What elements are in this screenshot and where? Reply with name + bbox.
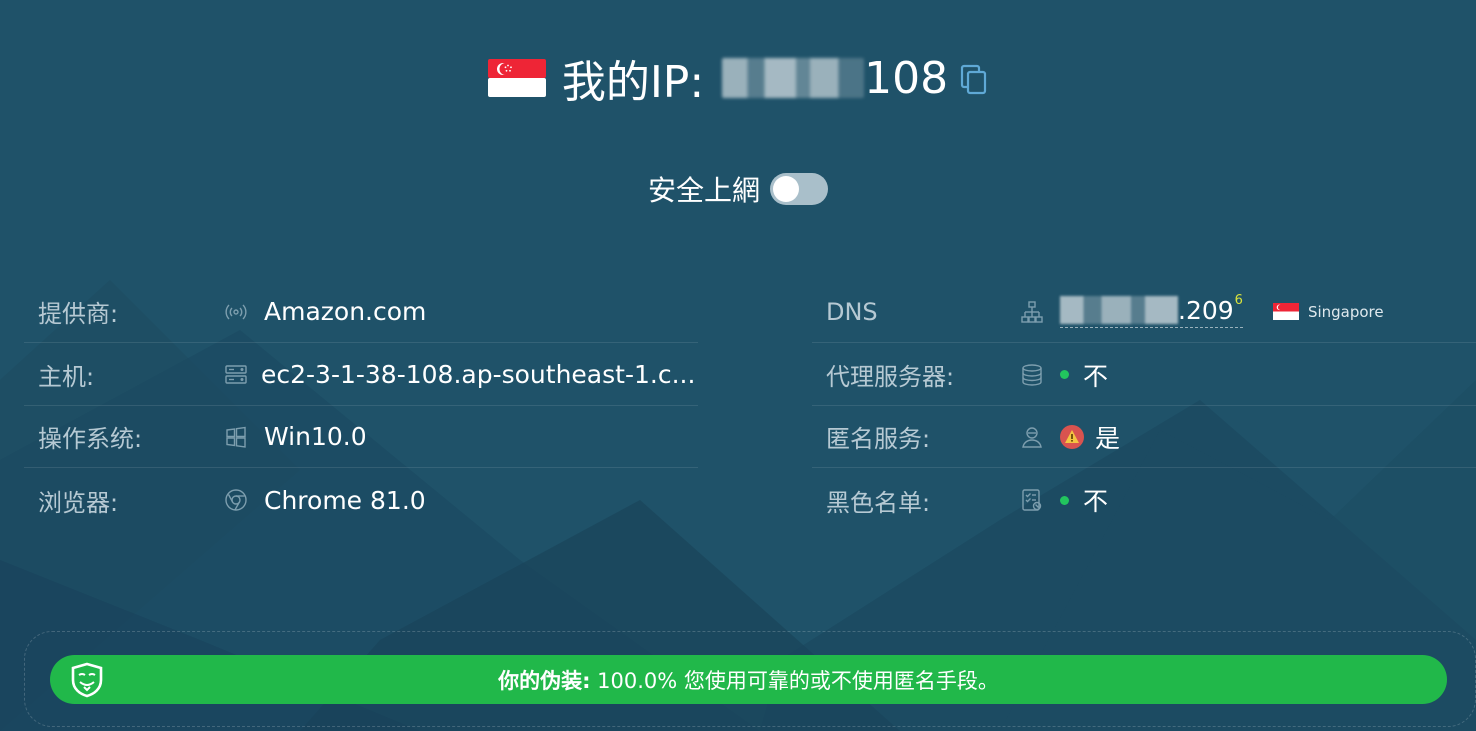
host-label: 主机: [38, 363, 95, 391]
dns-country: Singapore [1307, 302, 1384, 321]
disguise-text: 你的伪装: 100.0% 您使用可靠的或不使用匿名手段。 [498, 665, 999, 695]
server-icon [224, 363, 248, 387]
ip-redacted [722, 58, 865, 98]
os-value: Win10.0 [264, 422, 367, 451]
dns-value[interactable]: .209 6 [1060, 292, 1243, 328]
browser-value: Chrome 81.0 [264, 485, 426, 515]
safe-browsing-toggle[interactable] [770, 173, 828, 205]
row-proxy: 代理服务器: 不 [812, 344, 1476, 406]
dns-label: DNS [826, 297, 878, 326]
proxy-label: 代理服务器: [826, 363, 955, 391]
disguise-message: 100.0% 您使用可靠的或不使用匿名手段。 [590, 668, 999, 693]
proxy-value: 不 [1083, 361, 1109, 391]
broadcast-icon [224, 300, 248, 324]
network-icon [1020, 300, 1044, 324]
row-provider: 提供商: Amazon.com [24, 281, 698, 343]
os-label: 操作系统: [38, 425, 143, 453]
row-host: 主机: ec2-3-1-38-108.ap-southeast-1.c... [24, 344, 698, 406]
warning-icon [1060, 424, 1084, 449]
anonymizer-value: 是 [1095, 423, 1121, 453]
my-ip-header: 我的IP: 108 [0, 48, 1476, 108]
anonymous-user-icon [1020, 425, 1044, 449]
anonymous-mask-icon [71, 662, 103, 698]
proxy-status-dot [1060, 370, 1069, 379]
database-icon [1020, 363, 1044, 387]
dns-superscript: 6 [1234, 292, 1243, 308]
provider-value: Amazon.com [264, 297, 427, 326]
safe-browsing-label: 安全上網 [647, 174, 760, 207]
row-anonymizer: 匿名服务: 是 [812, 406, 1476, 468]
provider-label: 提供商: [38, 300, 119, 328]
row-os: 操作系统: Win10.0 [24, 406, 698, 468]
blacklist-label: 黑色名单: [826, 488, 931, 517]
row-blacklist: 黑色名单: 不 [812, 469, 1476, 531]
dns-value-suffix: .209 [1178, 295, 1234, 325]
copy-icon[interactable] [960, 64, 988, 96]
chrome-icon [224, 488, 248, 512]
blacklist-value: 不 [1083, 487, 1109, 516]
ip-suffix: 108 [864, 52, 949, 104]
toggle-knob [773, 176, 799, 202]
host-value: ec2-3-1-38-108.ap-southeast-1.c... [261, 360, 696, 389]
disguise-label: 你的伪装: [498, 668, 591, 693]
ip-title: 我的IP: [561, 57, 705, 108]
browser-label: 浏览器: [38, 488, 119, 517]
checklist-icon [1020, 488, 1044, 512]
singapore-flag-icon [487, 59, 546, 97]
dns-value-wrap[interactable]: .209 6 [1060, 292, 1243, 328]
anonymizer-label: 匿名服务: [826, 425, 931, 453]
disguise-status-bar: 你的伪装: 100.0% 您使用可靠的或不使用匿名手段。 [50, 655, 1447, 704]
windows-icon [224, 425, 248, 449]
blacklist-status-dot [1060, 495, 1069, 505]
row-browser: 浏览器: Chrome 81.0 [24, 469, 698, 531]
row-dns: DNS .209 6 Singapore [812, 281, 1476, 343]
singapore-flag-icon [1272, 303, 1299, 320]
safe-browsing-row: 安全上網 [0, 168, 1476, 210]
dns-redacted [1060, 296, 1178, 324]
